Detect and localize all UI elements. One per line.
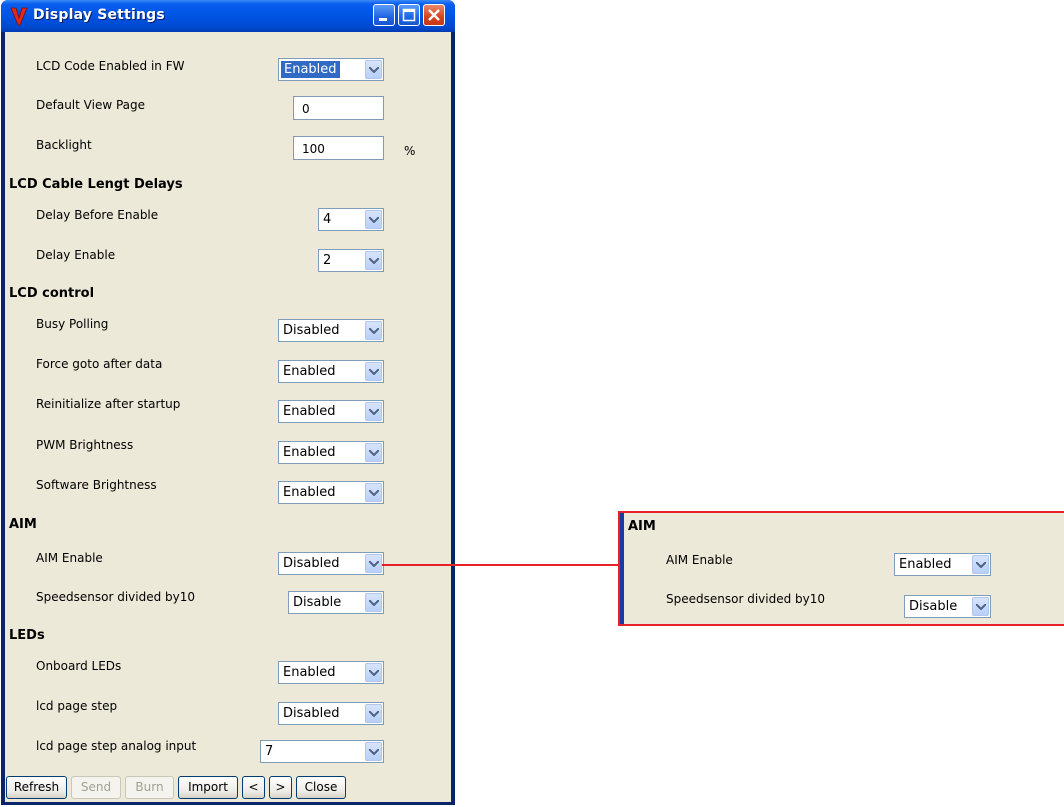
lcd-page-step-analog-label: lcd page step analog input	[36, 739, 197, 753]
minimize-icon	[379, 18, 387, 21]
delay-before-enable-label: Delay Before Enable	[36, 208, 159, 222]
chevron-down-icon[interactable]	[972, 555, 989, 574]
maximize-button[interactable]	[398, 4, 420, 26]
callout-speedsensor-select[interactable]: Disable	[904, 595, 991, 618]
dialog-body: LCD Code Enabled in FW Enabled Default V…	[5, 32, 451, 802]
callout-accent-bar	[620, 513, 624, 624]
aim-callout-panel: AIM AIM Enable Enabled Speedsensor divid…	[618, 511, 1064, 626]
app-v-icon	[10, 7, 28, 26]
send-button[interactable]: Send	[71, 776, 121, 799]
chevron-down-icon[interactable]	[365, 554, 382, 573]
delay-enable-label: Delay Enable	[36, 248, 116, 262]
onboard-leds-select[interactable]: Enabled	[278, 661, 384, 684]
import-button[interactable]: Import	[178, 776, 238, 799]
lcd-control-heading: LCD control	[9, 286, 95, 301]
backlight-input[interactable]: 100	[293, 136, 384, 160]
maximize-icon	[402, 8, 416, 22]
chevron-down-icon[interactable]	[365, 362, 382, 381]
busy-polling-select[interactable]: Disabled	[278, 319, 384, 342]
busy-polling-label: Busy Polling	[36, 317, 109, 331]
previous-button[interactable]: <	[242, 776, 265, 799]
burn-button[interactable]: Burn	[125, 776, 174, 799]
chevron-down-icon[interactable]	[365, 443, 382, 462]
chevron-down-icon[interactable]	[365, 210, 382, 229]
onboard-leds-label: Onboard LEDs	[36, 659, 122, 673]
chevron-down-icon[interactable]	[365, 60, 382, 79]
display-settings-window: Display Settings LCD Code Enabled in FW …	[1, 0, 455, 805]
chevron-down-icon[interactable]	[365, 663, 382, 682]
chevron-down-icon[interactable]	[365, 704, 382, 723]
reinitialize-label: Reinitialize after startup	[36, 397, 181, 411]
leds-heading: LEDs	[9, 628, 45, 643]
refresh-button[interactable]: Refresh	[6, 776, 67, 799]
delay-before-enable-select[interactable]: 4	[318, 208, 384, 231]
pwm-brightness-label: PWM Brightness	[36, 438, 134, 452]
software-brightness-label: Software Brightness	[36, 478, 157, 492]
speedsensor-select[interactable]: Disable	[288, 591, 384, 614]
default-view-page-label: Default View Page	[36, 98, 146, 112]
delay-enable-select[interactable]: 2	[318, 249, 384, 272]
minimize-button[interactable]	[373, 4, 395, 26]
default-view-page-input[interactable]: 0	[293, 96, 384, 120]
callout-aim-enable-label: AIM Enable	[666, 553, 733, 567]
chevron-down-icon[interactable]	[365, 402, 382, 421]
force-goto-label: Force goto after data	[36, 357, 163, 371]
software-brightness-select[interactable]: Enabled	[278, 481, 384, 504]
lcd-code-enabled-select[interactable]: Enabled	[278, 58, 384, 81]
lcd-page-step-analog-select[interactable]: 7	[260, 740, 384, 763]
lcd-page-step-label: lcd page step	[36, 699, 118, 713]
chevron-down-icon[interactable]	[365, 251, 382, 270]
next-button[interactable]: >	[269, 776, 292, 799]
aim-enable-label: AIM Enable	[36, 551, 103, 565]
backlight-unit: %	[404, 144, 416, 158]
close-button[interactable]: Close	[296, 776, 346, 799]
chevron-down-icon[interactable]	[365, 321, 382, 340]
title-bar[interactable]: Display Settings	[1, 0, 455, 32]
lcd-page-step-select[interactable]: Disabled	[278, 702, 384, 725]
close-icon	[428, 9, 440, 21]
pwm-brightness-select[interactable]: Enabled	[278, 441, 384, 464]
chevron-down-icon[interactable]	[365, 593, 382, 612]
close-window-button[interactable]	[423, 4, 445, 26]
callout-aim-heading: AIM	[628, 519, 656, 534]
aim-heading: AIM	[9, 517, 37, 532]
aim-enable-select[interactable]: Disabled	[278, 552, 384, 575]
window-title: Display Settings	[33, 7, 165, 23]
backlight-label: Backlight	[36, 138, 92, 152]
cable-delays-heading: LCD Cable Lengt Delays	[9, 177, 183, 192]
callout-speedsensor-label: Speedsensor divided by10	[666, 592, 826, 606]
reinitialize-select[interactable]: Enabled	[278, 400, 384, 423]
lcd-code-enabled-label: LCD Code Enabled in FW	[36, 59, 185, 73]
speedsensor-label: Speedsensor divided by10	[36, 590, 196, 604]
chevron-down-icon[interactable]	[365, 483, 382, 502]
callout-connector-line	[382, 564, 646, 566]
chevron-down-icon[interactable]	[365, 742, 382, 761]
callout-aim-enable-select[interactable]: Enabled	[894, 553, 991, 576]
force-goto-select[interactable]: Enabled	[278, 360, 384, 383]
chevron-down-icon[interactable]	[972, 597, 989, 616]
